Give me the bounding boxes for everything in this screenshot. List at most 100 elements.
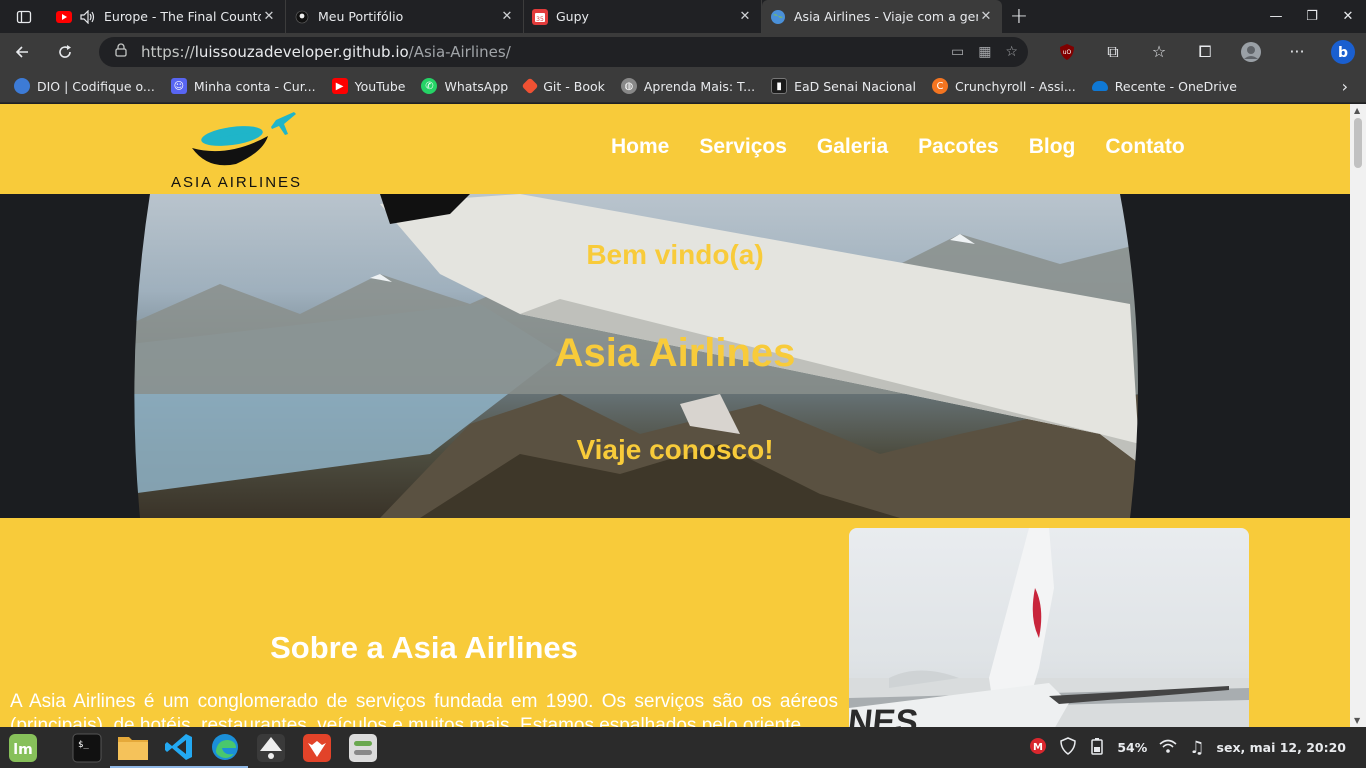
svg-text:b: b	[1338, 45, 1348, 61]
youtube-icon	[56, 9, 72, 25]
url-path: /Asia-Airlines/	[408, 42, 511, 61]
url-domain: luissouzadeveloper.github.io	[194, 42, 409, 61]
profile-avatar-icon[interactable]	[1228, 33, 1274, 70]
site-header: ASIA AIRLINES Home Serviços Galeria Paco…	[0, 104, 1350, 194]
files-icon[interactable]	[110, 727, 156, 768]
page-scrollbar[interactable]: ▲ ▼	[1350, 104, 1366, 727]
globe-icon	[770, 9, 786, 25]
vscode-icon[interactable]	[156, 727, 202, 768]
airplane-tail-photo: INES	[849, 528, 1249, 727]
wifi-icon[interactable]	[1159, 738, 1177, 757]
browser-toolbar: https:// luissouzadeveloper.github.io /A…	[0, 33, 1366, 70]
svg-text:35: 35	[536, 16, 544, 23]
system-tray: M 54% ♫ sex, mai 12, 20:20	[1029, 737, 1366, 758]
close-icon[interactable]: ✕	[499, 9, 515, 24]
app-available-icon[interactable]: ▭	[951, 44, 964, 60]
tab-youtube[interactable]: Europe - The Final Countdown ✕	[48, 0, 286, 33]
settings-icon[interactable]	[340, 727, 386, 768]
add-favorite-icon[interactable]: ☆	[1005, 44, 1018, 60]
chevron-right-icon[interactable]: ›	[1342, 77, 1348, 96]
onedrive-icon	[1091, 81, 1108, 91]
hero-tagline: Viaje conosco!	[576, 434, 774, 465]
bookmark-youtube[interactable]: ▶ YouTube	[331, 78, 405, 94]
mint-menu-icon[interactable]: lm	[0, 727, 46, 768]
whatsapp-icon: ✆	[421, 78, 438, 94]
tab-actions-icon[interactable]	[0, 0, 48, 33]
github-icon	[294, 9, 310, 25]
svg-text:uO: uO	[1063, 49, 1072, 56]
scroll-down-icon[interactable]: ▼	[1354, 716, 1360, 725]
scrollbar-thumb[interactable]	[1354, 118, 1362, 168]
clock[interactable]: sex, mai 12, 20:20	[1217, 740, 1346, 755]
menu-blog[interactable]: Blog	[1029, 135, 1076, 159]
menu-galeria[interactable]: Galeria	[817, 135, 888, 159]
battery-percent: 54%	[1117, 740, 1148, 755]
close-icon[interactable]: ✕	[737, 9, 753, 24]
shield-icon[interactable]	[1059, 737, 1077, 758]
youtube-icon: ▶	[331, 78, 348, 94]
bookmark-minha-conta[interactable]: ☺ Minha conta - Cur...	[170, 78, 316, 94]
battery-icon[interactable]	[1089, 737, 1105, 758]
bookmark-dio[interactable]: DIO | Codifique o...	[14, 78, 155, 94]
inkscape-icon[interactable]	[248, 727, 294, 768]
bookmark-crunchyroll[interactable]: C Crunchyroll - Assi...	[931, 78, 1076, 94]
qr-code-icon[interactable]: ▦	[978, 44, 991, 60]
terminal-icon[interactable]: $_	[64, 727, 110, 768]
back-button[interactable]	[0, 33, 43, 70]
speaker-icon[interactable]	[80, 9, 96, 25]
reload-button[interactable]	[43, 33, 86, 70]
maximize-icon[interactable]: ❐	[1294, 9, 1330, 24]
extensions-icon[interactable]: ⧉	[1090, 33, 1136, 70]
menu-pacotes[interactable]: Pacotes	[918, 135, 999, 159]
about-section: Sobre a Asia Airlines A Asia Airlines é …	[0, 518, 1350, 727]
tab-gupy[interactable]: 35 Gupy ✕	[524, 0, 762, 33]
bookmarks-bar: DIO | Codifique o... ☺ Minha conta - Cur.…	[0, 70, 1366, 103]
tab-asia-airlines[interactable]: Asia Airlines - Viaje com a gente ✕	[762, 0, 1002, 33]
svg-text:INES: INES	[849, 703, 920, 727]
gupy-icon: 35	[532, 8, 548, 25]
lock-icon[interactable]	[115, 42, 127, 61]
minimize-icon[interactable]: —	[1258, 9, 1294, 24]
favorites-icon[interactable]: ☆	[1136, 33, 1182, 70]
about-title: Sobre a Asia Airlines	[270, 630, 578, 665]
menu-contato[interactable]: Contato	[1105, 135, 1184, 159]
svg-text:lm: lm	[13, 742, 32, 758]
bookmark-whatsapp[interactable]: ✆ WhatsApp	[421, 78, 508, 94]
about-text: A Asia Airlines é um conglomerado de ser…	[10, 691, 838, 727]
bookmark-senai[interactable]: ▮ EaD Senai Nacional	[771, 78, 916, 94]
tab-portfolio[interactable]: Meu Portifólio ✕	[286, 0, 524, 33]
mega-icon[interactable]: M	[1029, 737, 1047, 758]
discord-icon: ☺	[170, 78, 187, 94]
collections-icon[interactable]: ⧠	[1182, 33, 1228, 70]
close-icon[interactable]: ✕	[261, 9, 277, 24]
dio-icon	[14, 78, 30, 94]
menu-home[interactable]: Home	[611, 135, 669, 159]
edge-icon[interactable]	[202, 727, 248, 768]
bing-chat-icon[interactable]: b	[1320, 33, 1366, 70]
more-options-icon[interactable]: ···	[1274, 33, 1320, 70]
bookmark-onedrive[interactable]: Recente - OneDrive	[1091, 79, 1237, 94]
gitlab-icon[interactable]	[294, 727, 340, 768]
svg-text:$_: $_	[78, 740, 89, 750]
tab-label: Asia Airlines - Viaje com a gente	[794, 9, 978, 24]
bookmark-git-book[interactable]: Git - Book	[521, 77, 605, 95]
main-menu: Home Serviços Galeria Pacotes Blog Conta…	[611, 135, 1215, 159]
ublock-extension-icon[interactable]: uO	[1044, 33, 1090, 70]
music-note-icon[interactable]: ♫	[1189, 738, 1204, 758]
hero-welcome: Bem vindo(a)	[586, 239, 764, 270]
page-viewport: ASIA AIRLINES Home Serviços Galeria Paco…	[0, 104, 1350, 727]
browser-tabbar: Europe - The Final Countdown ✕ Meu Porti…	[0, 0, 1366, 33]
svg-text:M: M	[1033, 742, 1043, 753]
logo-text: ASIA AIRLINES	[171, 174, 303, 191]
close-icon[interactable]: ✕	[978, 9, 994, 24]
git-icon	[521, 77, 539, 95]
address-bar[interactable]: https:// luissouzadeveloper.github.io /A…	[98, 36, 1028, 67]
os-taskbar: lm $_ M 54% ♫ sex, mai 12, 20:20	[0, 727, 1366, 768]
scroll-up-icon[interactable]: ▲	[1354, 106, 1360, 115]
bookmark-aprenda-mais[interactable]: ◍ Aprenda Mais: T...	[620, 78, 755, 94]
close-window-icon[interactable]: ✕	[1330, 9, 1366, 24]
tab-label: Gupy	[556, 9, 589, 24]
new-tab-button[interactable]: +	[1002, 4, 1036, 29]
menu-servicos[interactable]: Serviços	[699, 135, 787, 159]
crunchyroll-icon: C	[931, 78, 948, 94]
